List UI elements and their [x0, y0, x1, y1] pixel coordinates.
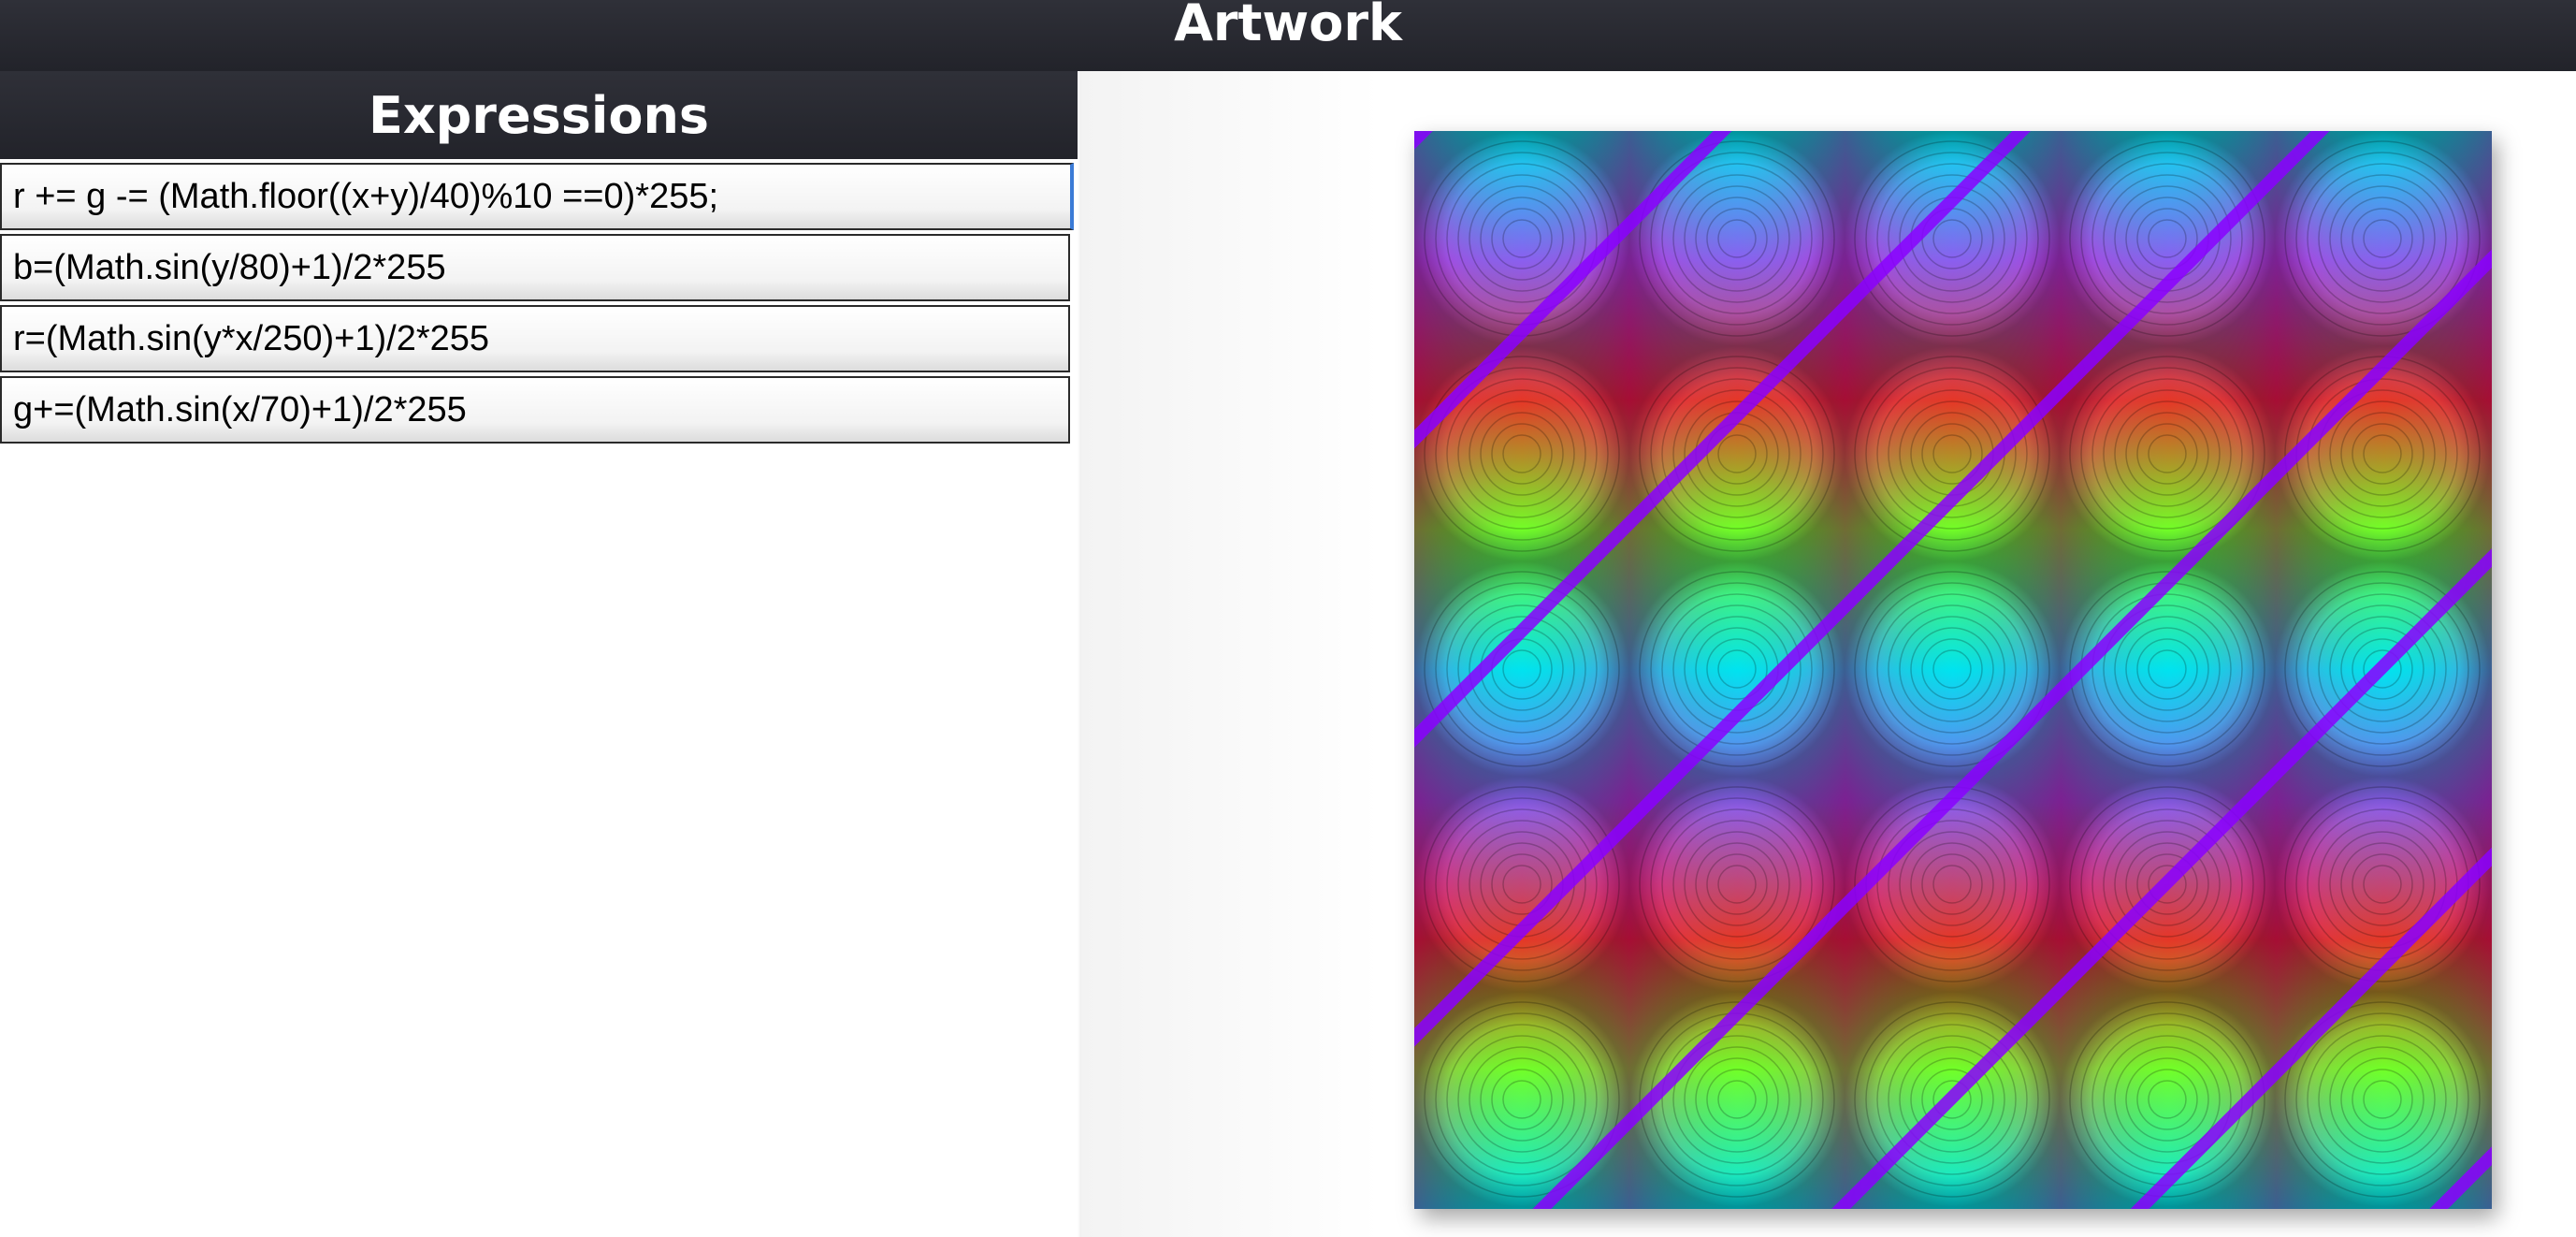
expressions-panel-title: Expressions [368, 85, 710, 145]
expressions-panel: Expressions [0, 71, 1078, 1237]
expression-input-4[interactable] [0, 376, 1070, 444]
artwork-image [1414, 131, 2492, 1209]
app-title: Artwork [1174, 0, 1402, 52]
app-header: Artwork [0, 0, 2576, 71]
expressions-panel-header: Expressions [0, 71, 1078, 159]
expression-input-1[interactable] [0, 163, 1074, 230]
expression-input-2[interactable] [0, 234, 1070, 301]
artwork-canvas[interactable] [1414, 131, 2492, 1209]
expression-input-3[interactable] [0, 305, 1070, 372]
expression-list [0, 163, 1078, 444]
